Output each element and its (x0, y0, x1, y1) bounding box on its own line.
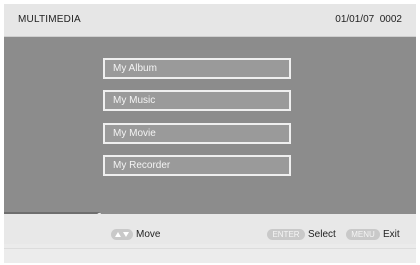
menu-item-my-movie[interactable]: My Movie (103, 123, 291, 144)
menu-item-my-album[interactable]: My Album (103, 58, 291, 79)
page-title: MULTIMEDIA (18, 14, 81, 25)
bottom-strip (4, 248, 416, 263)
menu-panel: My Album My Music My Movie My Recorder (4, 37, 416, 213)
menu-item-label: My Recorder (113, 160, 171, 171)
menu-item-label: My Album (113, 63, 157, 74)
enter-key[interactable]: ENTER (267, 229, 305, 240)
exit-label: Exit (383, 229, 400, 240)
menu-item-my-music[interactable]: My Music (103, 90, 291, 111)
up-down-arrows-icon (115, 232, 129, 237)
multimedia-screen: MULTIMEDIA 01/01/07 0002 My Album My Mus… (4, 4, 416, 263)
move-label: Move (136, 229, 161, 240)
date-counter: 01/01/07 0002 (335, 14, 402, 25)
header-bar: MULTIMEDIA 01/01/07 0002 (4, 4, 416, 37)
footer-help-bar: Move ENTER Select MENU Exit (4, 214, 416, 244)
menu-key[interactable]: MENU (346, 229, 380, 240)
select-label: Select (308, 229, 336, 240)
menu-item-label: My Movie (113, 128, 156, 139)
up-down-key[interactable] (111, 229, 133, 240)
menu-item-label: My Music (113, 95, 156, 106)
menu-item-my-recorder[interactable]: My Recorder (103, 155, 291, 176)
